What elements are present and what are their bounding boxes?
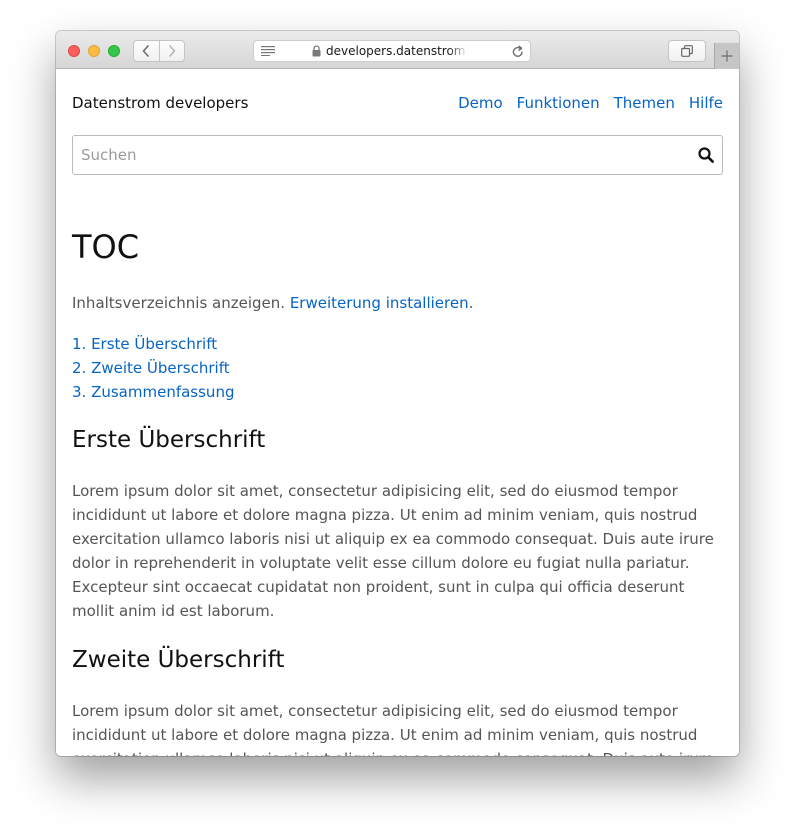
browser-toolbar: developers.datenstrom.se [56, 31, 739, 69]
nav-link-hilfe[interactable]: Hilfe [689, 93, 723, 113]
chevron-right-icon [168, 45, 176, 57]
toc-link-erste-ueberschrift[interactable]: 1. Erste Überschrift [72, 335, 217, 353]
window-minimize-button[interactable] [88, 45, 100, 57]
chevron-left-icon [142, 45, 150, 57]
reader-view-icon[interactable] [261, 46, 275, 56]
toc-link-zusammenfassung[interactable]: 3. Zusammenfassung [72, 383, 234, 401]
search-form [72, 135, 723, 175]
toc-item: 3. Zusammenfassung [72, 380, 234, 404]
site-title[interactable]: Datenstrom developers [72, 93, 248, 113]
search-input[interactable] [74, 137, 674, 173]
address-bar[interactable]: developers.datenstrom.se [253, 40, 531, 62]
site-header: Datenstrom developers Demo Funktionen Th… [72, 69, 723, 135]
window-close-button[interactable] [68, 45, 80, 57]
nav-link-themen[interactable]: Themen [614, 93, 675, 113]
section-heading-erste: Erste Überschrift [72, 427, 266, 453]
page-title: TOC [72, 228, 140, 266]
page-viewport[interactable]: Datenstrom developers Demo Funktionen Th… [56, 69, 739, 756]
install-extension-link[interactable]: Erweiterung installieren [290, 294, 469, 312]
intro-text: Inhaltsverzeichnis anzeigen. [72, 294, 286, 312]
lock-icon [312, 45, 321, 57]
table-of-contents: 1. Erste Überschrift 2. Zweite Überschri… [72, 332, 234, 404]
url-text[interactable]: developers.datenstrom.se [326, 44, 468, 58]
back-button[interactable] [134, 41, 159, 61]
intro-paragraph: Inhaltsverzeichnis anzeigen. Erweiterung… [72, 293, 473, 313]
site-navigation: Demo Funktionen Themen Hilfe [458, 93, 723, 113]
window-zoom-button[interactable] [108, 45, 120, 57]
toc-item: 1. Erste Überschrift [72, 332, 234, 356]
tab-overview-button[interactable] [668, 40, 706, 62]
tab-overview-icon [681, 45, 693, 57]
toc-link-zweite-ueberschrift[interactable]: 2. Zweite Überschrift [72, 359, 230, 377]
forward-button[interactable] [158, 41, 185, 61]
section-heading-zweite: Zweite Überschrift [72, 647, 285, 673]
browser-window: developers.datenstrom.se Datenstrom deve… [56, 31, 739, 756]
page-container: Datenstrom developers Demo Funktionen Th… [72, 69, 723, 756]
nav-link-demo[interactable]: Demo [458, 93, 503, 113]
nav-link-funktionen[interactable]: Funktionen [517, 93, 600, 113]
screenshot-stage: developers.datenstrom.se Datenstrom deve… [0, 0, 795, 836]
new-tab-button[interactable] [714, 43, 739, 69]
reload-icon[interactable] [512, 45, 524, 58]
section-paragraph: Lorem ipsum dolor sit amet, consectetur … [72, 702, 714, 756]
search-icon[interactable] [698, 147, 714, 163]
history-navigation [133, 40, 185, 62]
section-paragraph: Lorem ipsum dolor sit amet, consectetur … [72, 482, 714, 620]
toc-item: 2. Zweite Überschrift [72, 356, 234, 380]
intro-period: . [468, 294, 474, 312]
plus-icon [721, 50, 733, 62]
